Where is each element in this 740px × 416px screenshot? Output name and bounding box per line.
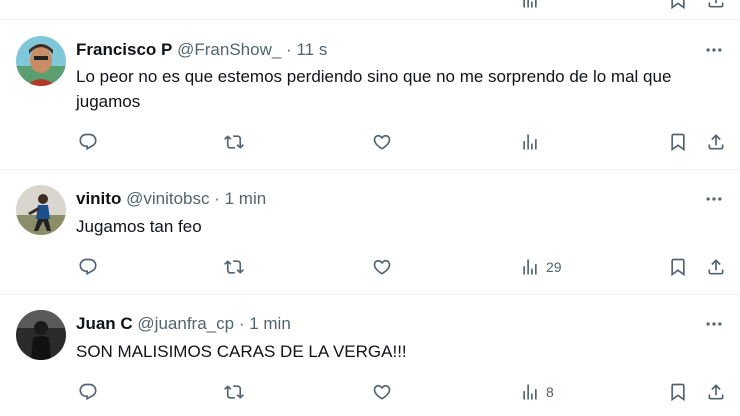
tweet-header: Juan C @juanfra_cp · 1 min — [76, 314, 291, 334]
bookmark-button[interactable] — [668, 256, 688, 278]
tweet-text: Jugamos tan feo — [76, 217, 202, 236]
reply-icon — [79, 383, 97, 401]
timestamp[interactable]: 11 s — [296, 40, 327, 59]
timestamp[interactable]: 1 min — [225, 189, 267, 208]
tweet-actions — [0, 131, 740, 153]
tweet-item[interactable]: vinito @vinitobsc · 1 min Jugamos tan fe… — [0, 170, 740, 295]
repost-icon — [224, 135, 244, 149]
reply-icon — [79, 133, 97, 151]
share-button[interactable] — [706, 381, 726, 403]
tweet-item[interactable]: Francisco P @FranShow_ · 11 s Lo peor no… — [0, 20, 740, 170]
like-icon — [373, 384, 391, 400]
views-button[interactable]: 29 — [520, 256, 562, 278]
separator-dot: · — [286, 40, 292, 59]
timestamp[interactable]: 1 min — [249, 314, 291, 333]
share-icon — [708, 259, 724, 275]
like-icon — [373, 134, 391, 150]
like-icon — [373, 259, 391, 275]
tweet-header: Francisco P @FranShow_ · 11 s — [76, 40, 327, 60]
reply-button[interactable] — [78, 131, 98, 153]
repost-button[interactable] — [224, 256, 244, 278]
tweet-actions: 8 — [0, 381, 740, 403]
avatar[interactable] — [16, 36, 66, 86]
author-name[interactable]: Juan C — [76, 314, 133, 333]
more-icon[interactable] — [704, 314, 724, 334]
bookmark-icon — [671, 258, 685, 277]
more-icon[interactable] — [704, 40, 724, 60]
tweet-header: vinito @vinitobsc · 1 min — [76, 189, 266, 209]
avatar[interactable] — [16, 310, 66, 360]
repost-icon — [224, 260, 244, 274]
like-button[interactable] — [372, 131, 392, 153]
repost-button[interactable] — [224, 131, 244, 153]
tweet-actions: 29 — [0, 256, 740, 278]
author-handle[interactable]: @vinitobsc — [126, 189, 209, 208]
share-button[interactable] — [706, 131, 726, 153]
tweet-text: Lo peor no es que estemos perdiendo sino… — [76, 67, 672, 111]
previous-tweet-actions — [0, 0, 740, 20]
author-handle[interactable]: @FranShow_ — [177, 40, 281, 59]
author-handle[interactable]: @juanfra_cp — [137, 314, 234, 333]
separator-dot: · — [214, 189, 220, 208]
author-name[interactable]: vinito — [76, 189, 121, 208]
share-icon — [708, 134, 724, 150]
like-button[interactable] — [372, 381, 392, 403]
separator-dot: · — [238, 314, 245, 333]
views-icon — [523, 384, 537, 400]
bookmark-icon[interactable] — [668, 0, 688, 10]
tweet-item[interactable]: Juan C @juanfra_cp · 1 min SON MALISIMOS… — [0, 295, 740, 416]
views-icon — [523, 134, 537, 150]
reply-button[interactable] — [78, 381, 98, 403]
reply-button[interactable] — [78, 256, 98, 278]
bookmark-icon — [671, 133, 685, 152]
like-button[interactable] — [372, 256, 392, 278]
bookmark-button[interactable] — [668, 131, 688, 153]
views-button[interactable] — [520, 131, 546, 153]
views-icon[interactable] — [520, 0, 540, 10]
views-button[interactable]: 8 — [520, 381, 554, 403]
tweet-text: SON MALISIMOS CARAS DE LA VERGA!!! — [76, 342, 407, 361]
bookmark-icon — [671, 383, 685, 402]
bookmark-button[interactable] — [668, 381, 688, 403]
share-icon — [708, 384, 724, 400]
share-icon[interactable] — [706, 0, 726, 10]
reply-icon — [79, 258, 97, 276]
author-name[interactable]: Francisco P — [76, 40, 172, 59]
repost-icon — [224, 385, 244, 399]
avatar[interactable] — [16, 185, 66, 235]
views-icon — [523, 259, 537, 275]
share-button[interactable] — [706, 256, 726, 278]
more-icon[interactable] — [704, 189, 724, 209]
views-count: 29 — [546, 259, 562, 275]
views-count: 8 — [546, 384, 554, 400]
repost-button[interactable] — [224, 381, 244, 403]
